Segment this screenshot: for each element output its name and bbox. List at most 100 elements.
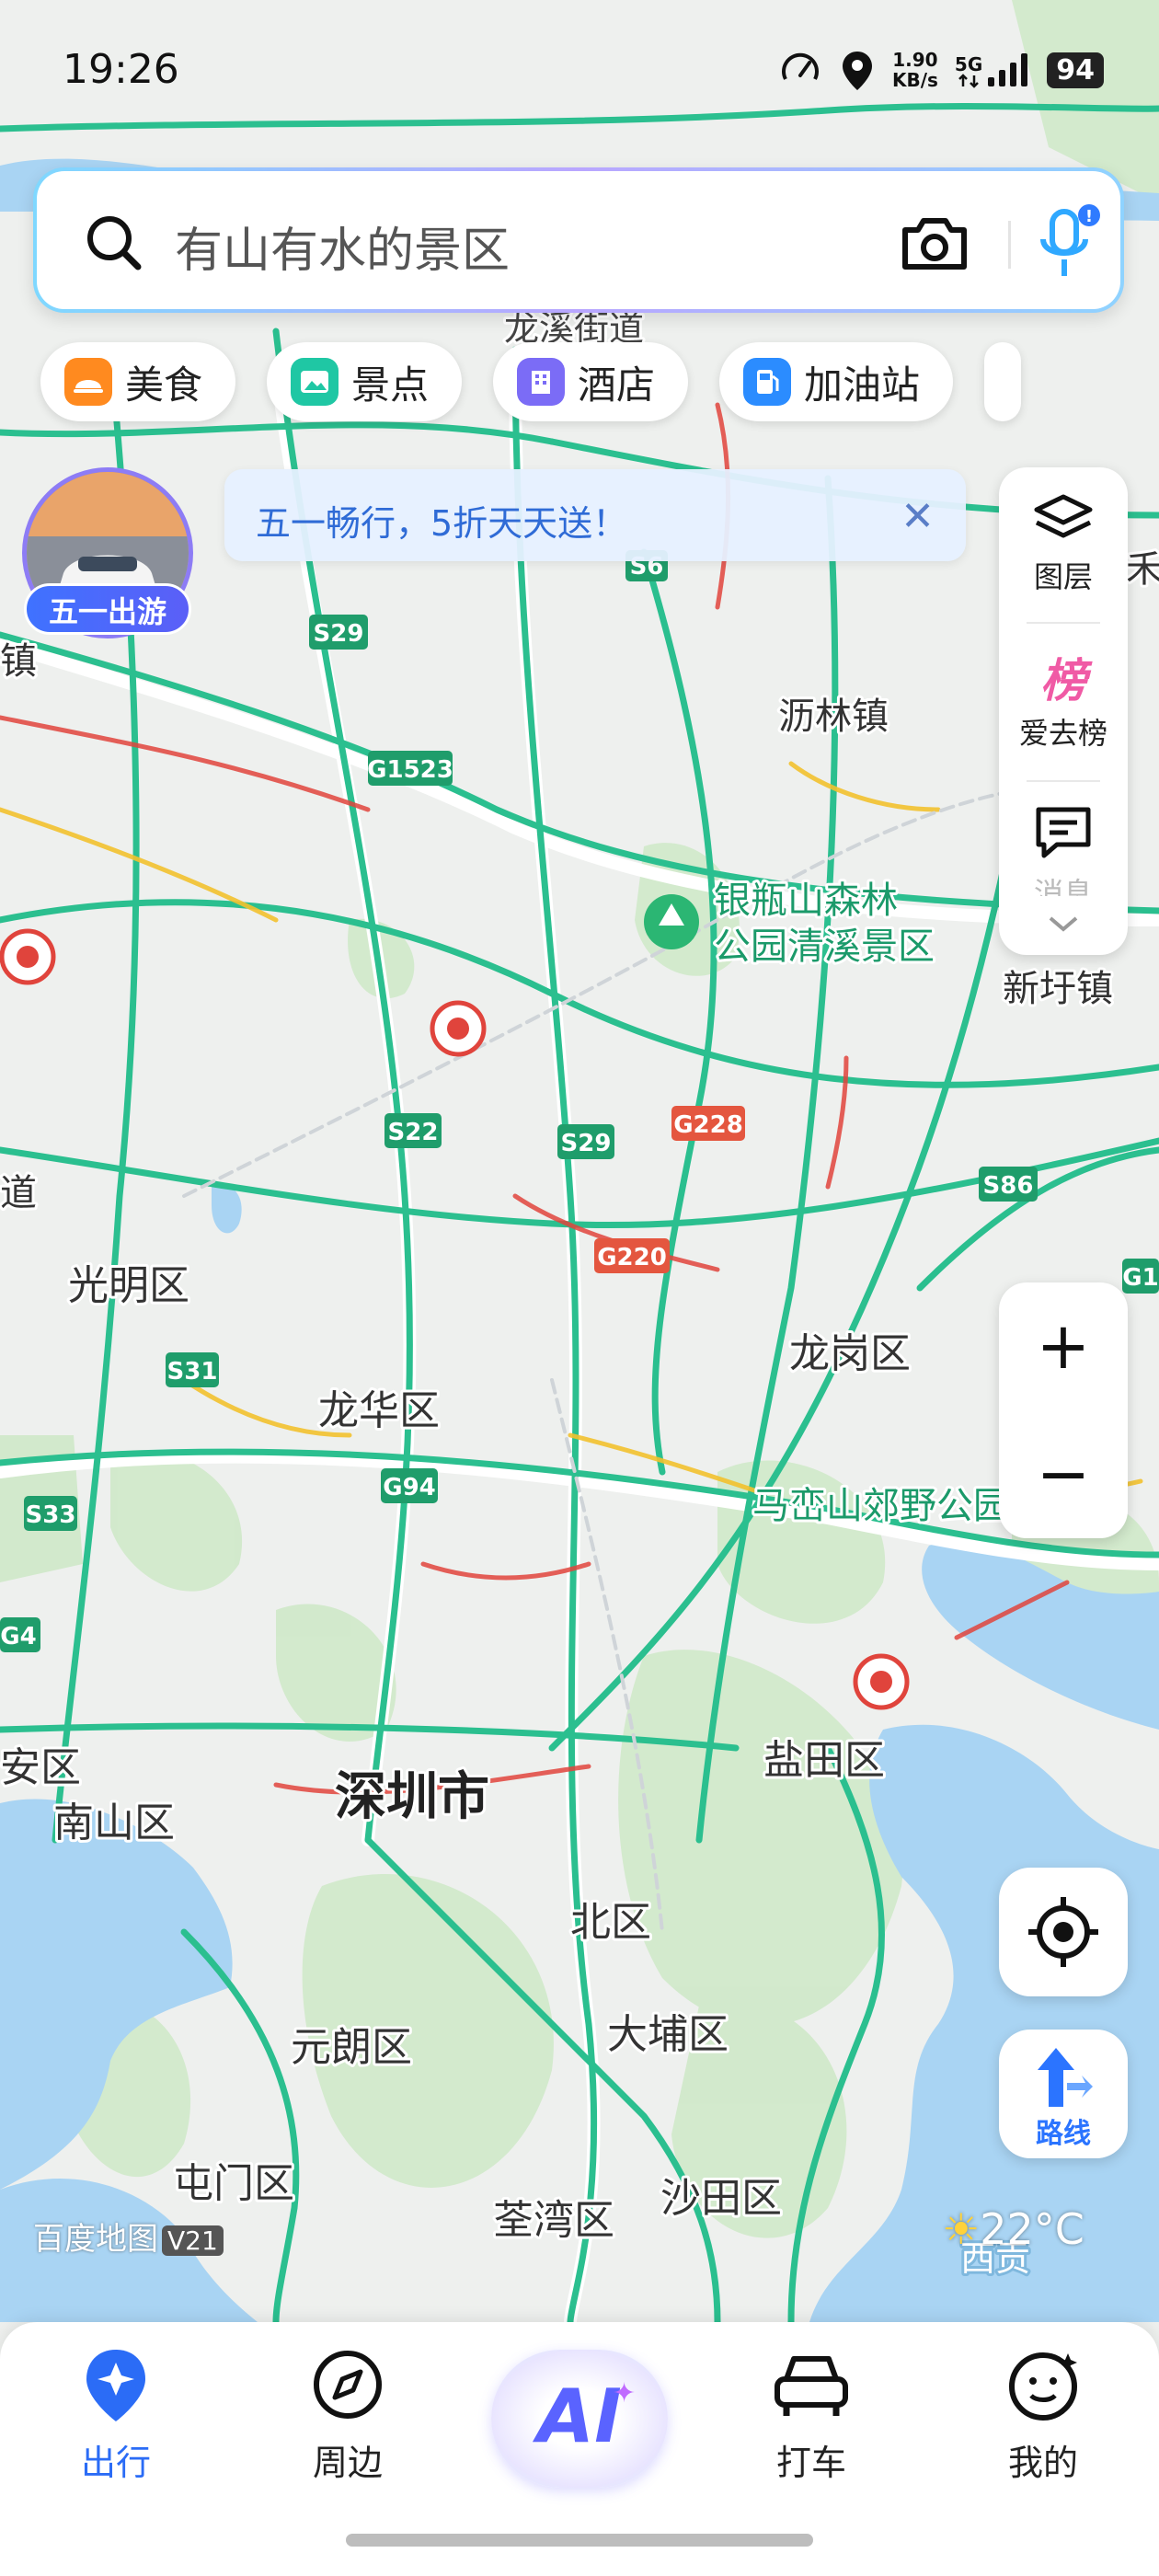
close-icon[interactable]: ✕ (901, 493, 935, 540)
poi-food-pin (0, 928, 56, 985)
shield-g228-text: G228 (673, 1111, 743, 1139)
label-nanshan: 南山区 (53, 1800, 175, 1846)
tab-profile[interactable]: 我的 (960, 2346, 1126, 2485)
promo-banner[interactable]: 五一畅行，5折天天送！ ✕ (224, 469, 966, 561)
search-icon (87, 216, 142, 270)
label-longgang: 龙岗区 (789, 1330, 911, 1377)
label-beiqu: 北区 (570, 1899, 651, 1946)
shield-g220-text: G220 (597, 1244, 667, 1271)
tab-taxi-label: 打车 (775, 2443, 846, 2483)
tab-nearby-label: 周边 (312, 2443, 383, 2483)
weather-widget[interactable]: ☀22°C (942, 2204, 1084, 2254)
zoom-in-button[interactable]: + (999, 1282, 1128, 1410)
tab-profile-label: 我的 (1007, 2443, 1078, 2483)
layers-button[interactable]: 图层 (999, 491, 1128, 596)
label-maluanshan: 马峦山郊野公园 (752, 1485, 1010, 1527)
shield-g1-text: G1 (1122, 1264, 1158, 1292)
sparkle-icon: ✦ (613, 2377, 637, 2409)
chip-hotel[interactable]: 酒店 (493, 342, 689, 421)
locate-icon (1028, 1897, 1098, 1967)
battery-indicator: 94 (1047, 52, 1104, 88)
chip-gas-label: 加油站 (804, 362, 921, 408)
label-quanwan: 荃湾区 (493, 2197, 614, 2244)
label-yinpingshan-2: 公园清溪景区 (714, 926, 935, 968)
label-tunmen: 屯门区 (173, 2160, 294, 2207)
search-input[interactable]: 有山有水的景区 (175, 212, 510, 281)
compass-icon (314, 2351, 382, 2419)
label-longhua: 龙华区 (318, 1387, 440, 1434)
search-divider (1008, 221, 1011, 269)
promo-banner-text: 五一畅行，5折天天送！ (256, 503, 628, 544)
speedometer-icon (782, 52, 819, 80)
car-icon (775, 2356, 848, 2416)
zoom-control: + − (999, 1282, 1128, 1538)
label-anqu: 安区 (0, 1744, 81, 1791)
rank-icon: 榜 (1040, 654, 1086, 707)
profile-icon (1009, 2352, 1077, 2421)
shield-s33-text: S33 (26, 1501, 76, 1529)
route-label: 路线 (1036, 2118, 1091, 2150)
zoom-out-button[interactable]: − (999, 1410, 1128, 1538)
rank-label: 爱去榜 (1018, 716, 1107, 751)
shield-g1523-text: G1523 (367, 756, 453, 784)
map-brand: 百度地图 V21 (33, 2214, 224, 2259)
label-right-edge: 禾 (1126, 548, 1159, 591)
messages-button[interactable]: 消息 (999, 804, 1128, 896)
sun-icon: ☀ (942, 2204, 981, 2254)
label-yinpingshan-1: 银瓶山森林 (714, 880, 898, 922)
svg-text:!: ! (1085, 207, 1093, 226)
tab-travel-label: 出行 (80, 2443, 151, 2483)
label-town-left: 镇 (0, 640, 37, 683)
home-indicator[interactable] (346, 2534, 813, 2547)
tab-ai[interactable]: AI ✦ (491, 2350, 668, 2488)
chip-gas[interactable]: 加油站 (719, 342, 954, 421)
poi-food-pin (430, 1000, 487, 1057)
label-dapu: 大埔区 (607, 2011, 729, 2058)
gas-station-icon (743, 358, 792, 406)
route-button[interactable]: 路线 (999, 2030, 1128, 2158)
rank-button[interactable]: 榜 爱去榜 (999, 644, 1128, 753)
chip-hotel-label: 酒店 (578, 362, 656, 408)
travel-icon (86, 2350, 145, 2421)
tab-nearby[interactable]: 周边 (265, 2346, 430, 2485)
scenic-icon (291, 358, 339, 406)
label-guangming: 光明区 (68, 1262, 189, 1309)
net-speed-unit: KB/s (891, 69, 938, 91)
tab-travel[interactable]: 出行 (33, 2346, 199, 2485)
status-time: 19:26 (63, 46, 179, 93)
mic-icon[interactable]: ! (1028, 202, 1106, 285)
label-shenzhen: 深圳市 (335, 1767, 489, 1827)
tab-taxi[interactable]: 打车 (729, 2346, 894, 2485)
poi-food-pin (853, 1653, 910, 1710)
locate-button[interactable] (999, 1868, 1128, 1996)
label-xinxu: 新圩镇 (1003, 968, 1113, 1010)
panel-divider (1027, 780, 1100, 782)
chevron-down-icon[interactable] (1045, 913, 1082, 935)
chip-scenic[interactable]: 景点 (267, 342, 463, 421)
chip-more[interactable] (984, 342, 1022, 421)
chip-food[interactable]: 美食 (40, 342, 236, 421)
status-icons: 1.90 KB/s 5G 94 (778, 48, 1104, 92)
search-bar[interactable]: 有山有水的景区 ! (33, 167, 1124, 313)
ai-icon: AI (537, 2374, 622, 2459)
map-brand-name: 百度地图 (33, 2221, 158, 2258)
promo-badge[interactable]: 五一出游 (24, 583, 191, 635)
panel-divider (1027, 622, 1100, 624)
signal-bars-icon (988, 53, 1028, 86)
label-yantian: 盐田区 (763, 1737, 885, 1784)
shield-s22-text: S22 (388, 1119, 439, 1146)
label-yuanlang: 元朗区 (291, 2024, 412, 2071)
net-speed-value: 1.90 (892, 49, 938, 71)
map-tools-panel: 图层 榜 爱去榜 消息 (999, 467, 1128, 955)
food-icon (64, 358, 112, 406)
hotel-icon (517, 358, 566, 406)
camera-icon[interactable] (900, 213, 970, 272)
scenic-pin (644, 894, 699, 949)
weather-temp: 22°C (980, 2204, 1084, 2254)
shield-s86-text: S86 (983, 1172, 1034, 1200)
shield-g94-text: G94 (383, 1474, 436, 1501)
chip-food-label: 美食 (125, 362, 203, 408)
network-type: 5G (954, 53, 983, 75)
layers-icon (1034, 494, 1093, 538)
status-bar: 19:26 1.90 KB/s 5G 94 (0, 0, 1159, 147)
